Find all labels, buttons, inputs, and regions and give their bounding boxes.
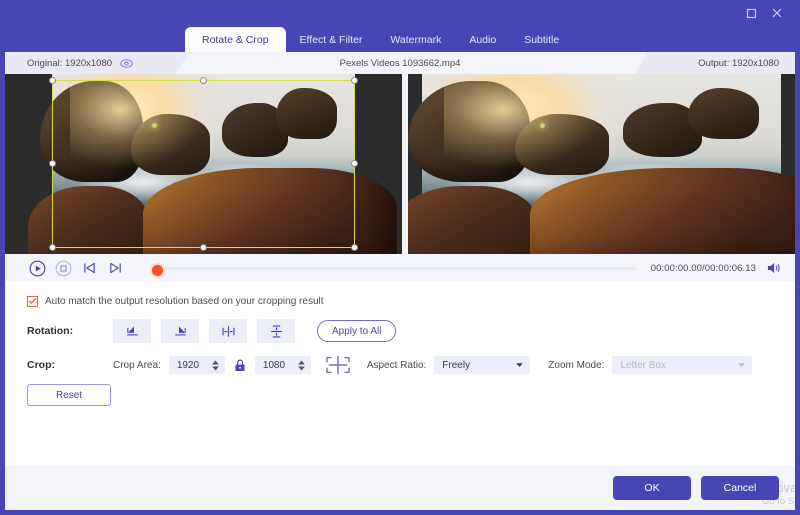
output-resolution-label: Output: 1920x1080 — [698, 57, 779, 69]
aspect-ratio-select[interactable]: Freely — [434, 356, 531, 374]
crop-handle-middle-left[interactable] — [49, 160, 56, 167]
tab-subtitle[interactable]: Subtitle — [510, 28, 573, 52]
rotation-row: Rotation: Apply to All — [27, 312, 773, 350]
crop-width-stepper[interactable] — [168, 356, 225, 374]
tab-label: Subtitle — [524, 34, 560, 46]
apply-to-all-button[interactable]: Apply to All — [317, 320, 397, 342]
ok-label: OK — [644, 482, 660, 494]
crop-handle-top-right[interactable] — [351, 77, 358, 84]
chevron-down-icon — [516, 363, 524, 367]
editor-body: Original: 1920x1080 Pexels Videos 109366… — [5, 52, 795, 510]
rotate-left-icon[interactable] — [113, 319, 151, 343]
video-editor-window: Rotate & Crop Effect & Filter Watermark … — [0, 0, 800, 515]
tab-label: Audio — [469, 34, 497, 46]
rotate-right-icon[interactable] — [161, 319, 199, 343]
zoom-mode-label: Zoom Mode: — [548, 359, 605, 371]
reset-label: Reset — [55, 389, 83, 401]
play-icon[interactable] — [29, 260, 46, 277]
crop-label: Crop: — [27, 359, 55, 371]
flip-horizontal-icon[interactable] — [209, 319, 247, 343]
crop-width-arrows[interactable] — [211, 360, 220, 371]
ok-button[interactable]: OK — [613, 476, 691, 500]
crop-row: Crop: Crop Area: 1920 1080 Aspect Ratio:… — [27, 350, 773, 380]
info-strip: Original: 1920x1080 Pexels Videos 109366… — [5, 52, 795, 74]
source-video-frame — [27, 74, 398, 254]
tab-bar: Rotate & Crop Effect & Filter Watermark … — [0, 26, 800, 52]
crop-handle-bottom-right[interactable] — [351, 244, 358, 251]
tab-label: Effect & Filter — [299, 34, 363, 46]
source-preview-pane[interactable] — [5, 74, 402, 254]
next-frame-icon[interactable] — [107, 260, 124, 277]
chevron-down-icon — [738, 363, 746, 367]
stop-icon[interactable] — [55, 260, 72, 277]
tab-label: Watermark — [390, 34, 442, 46]
aspect-ratio-value: Freely — [442, 359, 471, 371]
crop-width-input[interactable] — [176, 359, 211, 371]
playback-bar: 00:00:00.00/00:00:06.13 — [5, 254, 795, 282]
output-video-frame — [408, 74, 795, 254]
tab-label: Rotate & Crop — [202, 33, 269, 46]
output-info: Output: 1920x1080 — [635, 52, 795, 74]
tab-watermark[interactable]: Watermark — [376, 28, 455, 52]
tab-effect-filter[interactable]: Effect & Filter — [286, 28, 377, 52]
crop-handle-bottom-left[interactable] — [49, 244, 56, 251]
auto-match-label: Auto match the output resolution based o… — [45, 295, 324, 307]
tab-audio[interactable]: Audio — [455, 28, 510, 52]
crop-area-label: Crop Area: — [113, 359, 161, 371]
zoom-mode-value: Letter Box — [620, 359, 667, 371]
reset-button[interactable]: Reset — [27, 384, 111, 406]
crop-height-stepper[interactable] — [254, 356, 311, 374]
previous-frame-icon[interactable] — [81, 260, 98, 277]
dialog-footer: OK Cancel Activat Go to Se — [5, 466, 795, 510]
flip-vertical-icon[interactable] — [257, 319, 295, 343]
auto-match-row: Auto match the output resolution based o… — [27, 290, 773, 312]
crop-height-input[interactable] — [262, 359, 297, 371]
volume-icon[interactable] — [765, 260, 783, 276]
crop-position-icon[interactable] — [323, 354, 353, 376]
timecode-display: 00:00:00.00/00:00:06.13 — [650, 262, 756, 274]
playhead-handle[interactable] — [150, 262, 165, 278]
timeline-slider[interactable] — [150, 262, 636, 278]
rotation-label: Rotation: — [27, 325, 74, 337]
reset-row: Reset — [27, 380, 773, 410]
crop-height-arrows[interactable] — [297, 360, 306, 371]
close-icon[interactable] — [764, 2, 790, 24]
crop-handle-bottom-center[interactable] — [199, 244, 207, 251]
maximize-icon[interactable] — [738, 2, 764, 24]
crop-handle-top-left[interactable] — [49, 77, 56, 84]
zoom-mode-select[interactable]: Letter Box — [612, 356, 753, 374]
cancel-button[interactable]: Cancel — [701, 476, 779, 500]
aspect-ratio-label: Aspect Ratio: — [366, 359, 427, 371]
crop-handle-top-center[interactable] — [199, 77, 207, 84]
title-bar — [0, 0, 800, 26]
aspect-lock-icon[interactable] — [234, 359, 246, 372]
cancel-label: Cancel — [723, 482, 757, 494]
preview-area — [5, 74, 795, 254]
tab-rotate-crop[interactable]: Rotate & Crop — [185, 27, 286, 52]
auto-match-checkbox[interactable] — [27, 295, 38, 307]
controls-panel: Auto match the output resolution based o… — [5, 282, 795, 466]
crop-handle-middle-right[interactable] — [351, 160, 358, 167]
apply-to-all-label: Apply to All — [332, 325, 382, 337]
output-preview-pane[interactable] — [408, 74, 795, 254]
